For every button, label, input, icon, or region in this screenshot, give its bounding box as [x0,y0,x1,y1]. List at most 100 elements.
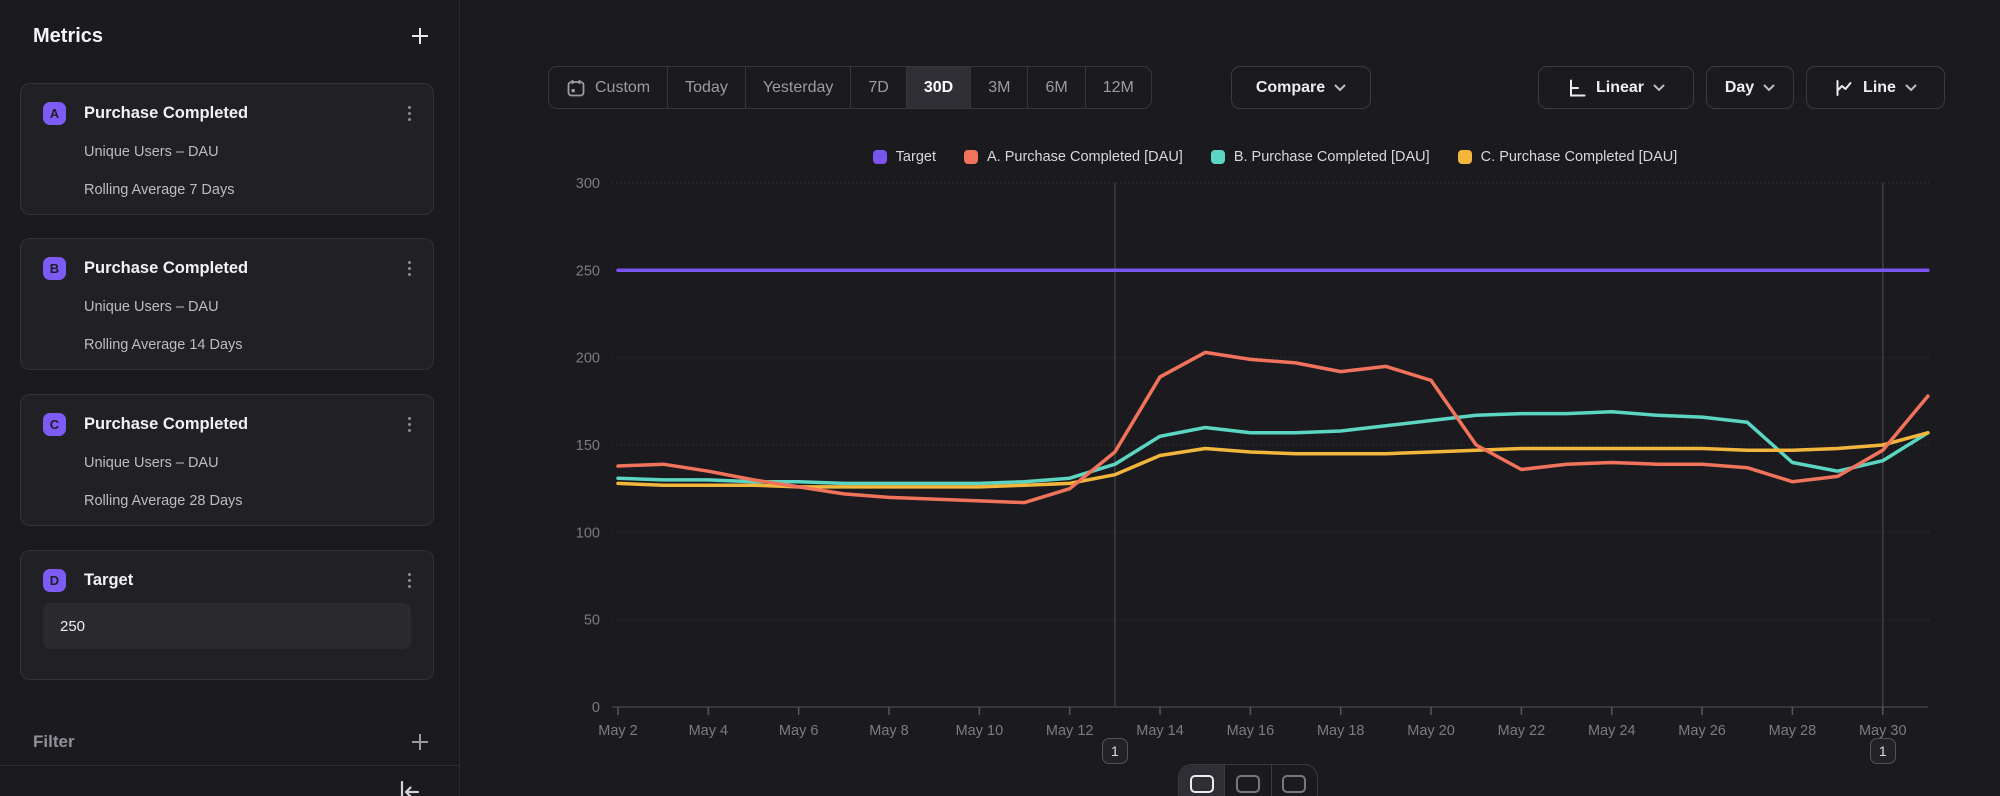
legend-item-b[interactable]: B. Purchase Completed [DAU] [1211,149,1430,165]
sidebar-title: Metrics [33,25,103,48]
view-mode-chart[interactable] [1179,765,1225,796]
line-chart-icon [1834,78,1854,98]
y-axis-label-200: 200 [576,351,600,367]
plus-icon [409,25,431,47]
interval-label: Day [1725,79,1754,97]
view-mode-toggle [1178,764,1318,796]
x-axis-label: May 6 [779,723,819,739]
metric-badge-d: D [43,569,66,592]
legend-label: B. Purchase Completed [DAU] [1234,149,1430,165]
metric-measure: Unique Users – DAU [84,299,219,315]
filter-section: Filter [33,728,433,756]
range-label: 7D [868,79,888,97]
sidebar-divider [0,765,459,766]
y-axis-label-50: 50 [584,613,600,629]
range-label: 3M [988,79,1010,97]
scale-select-button[interactable]: Linear [1538,66,1694,109]
chart-svg: 050100150200250300May 2May 4May 6May 8Ma… [560,170,1990,790]
metric-badge-b: B [43,257,66,280]
x-axis-label: May 8 [869,723,909,739]
metric-badge-c: C [43,413,66,436]
legend-item-a[interactable]: A. Purchase Completed [DAU] [964,149,1183,165]
x-axis-label: May 2 [598,723,638,739]
metric-transform: Rolling Average 7 Days [84,182,234,198]
add-filter-button[interactable] [407,729,433,755]
kebab-menu-icon[interactable] [397,412,421,436]
chart-legend: Target A. Purchase Completed [DAU] B. Pu… [560,146,1990,168]
range-custom[interactable]: Custom [549,67,668,108]
x-axis-label: May 26 [1678,723,1726,739]
range-12m[interactable]: 12M [1086,67,1151,108]
range-3m[interactable]: 3M [971,67,1028,108]
kebab-menu-icon[interactable] [397,568,421,592]
filter-label: Filter [33,732,75,752]
metric-card-c-header: C Purchase Completed [43,412,421,436]
plus-icon [409,731,431,753]
annotation-badge-2[interactable]: 1 [1870,738,1896,764]
legend-swatch [964,150,978,164]
x-axis-label: May 20 [1407,723,1455,739]
range-label: Yesterday [763,79,834,97]
split-view-icon [1236,775,1260,793]
interval-select-button[interactable]: Day [1706,66,1794,109]
legend-label: C. Purchase Completed [DAU] [1481,149,1678,165]
y-axis-label-250: 250 [576,263,600,279]
range-30d[interactable]: 30D [907,67,971,108]
chevron-down-icon [1763,84,1775,92]
metric-card-a-header: A Purchase Completed [43,101,421,125]
chart-type-select-button[interactable]: Line [1806,66,1945,109]
metric-title: Purchase Completed [84,415,397,434]
view-mode-table[interactable] [1272,765,1317,796]
legend-label: A. Purchase Completed [DAU] [987,149,1183,165]
table-view-icon [1282,775,1306,793]
series-line-C. Purchase Completed [DAU] [618,433,1928,487]
x-axis-label: May 22 [1498,723,1546,739]
chevron-down-icon [1334,84,1346,92]
metric-transform: Rolling Average 14 Days [84,337,243,353]
compare-button[interactable]: Compare [1231,66,1371,109]
add-metric-button[interactable] [407,23,433,49]
range-yesterday[interactable]: Yesterday [746,67,852,108]
chevron-down-icon [1653,84,1665,92]
view-mode-split[interactable] [1225,765,1271,796]
kebab-menu-icon[interactable] [397,101,421,125]
chevron-down-icon [1905,84,1917,92]
legend-item-c[interactable]: C. Purchase Completed [DAU] [1458,149,1678,165]
range-label: 12M [1103,79,1134,97]
x-axis-label: May 24 [1588,723,1636,739]
collapse-sidebar-button[interactable] [395,778,425,796]
x-axis-label: May 16 [1227,723,1275,739]
scale-label: Linear [1596,79,1644,97]
range-7d[interactable]: 7D [851,67,906,108]
legend-item-target[interactable]: Target [873,149,936,165]
metrics-sidebar: Metrics A Purchase Completed Unique User… [0,0,460,796]
metric-badge-a: A [43,102,66,125]
range-label: 6M [1045,79,1067,97]
compare-label: Compare [1256,79,1325,97]
range-today[interactable]: Today [668,67,746,108]
x-axis-label: May 30 [1859,723,1907,739]
x-axis-label: May 14 [1136,723,1184,739]
y-axis-label-0: 0 [592,700,600,716]
sidebar-header: Metrics [33,22,433,50]
kebab-menu-icon[interactable] [397,256,421,280]
chart-type-label: Line [1863,79,1896,97]
metric-measure: Unique Users – DAU [84,144,219,160]
annotation-badge-1[interactable]: 1 [1102,738,1128,764]
metric-card-b-header: B Purchase Completed [43,256,421,280]
metric-title: Purchase Completed [84,104,397,123]
x-axis-label: May 12 [1046,723,1094,739]
metric-card-b[interactable]: B Purchase Completed Unique Users – DAU … [20,238,434,370]
collapse-panel-icon [395,778,423,796]
line-chart[interactable]: 050100150200250300May 2May 4May 6May 8Ma… [560,170,1990,790]
metric-card-a[interactable]: A Purchase Completed Unique Users – DAU … [20,83,434,215]
target-value-input[interactable]: 250 [43,603,411,649]
metric-card-target-header: D Target [43,568,421,592]
metric-card-c[interactable]: C Purchase Completed Unique Users – DAU … [20,394,434,526]
linear-axis-icon [1567,78,1587,98]
y-axis-label-150: 150 [576,438,600,454]
metric-card-target[interactable]: D Target 250 [20,550,434,680]
legend-swatch [1211,150,1225,164]
range-label: 30D [924,79,953,97]
range-6m[interactable]: 6M [1028,67,1085,108]
